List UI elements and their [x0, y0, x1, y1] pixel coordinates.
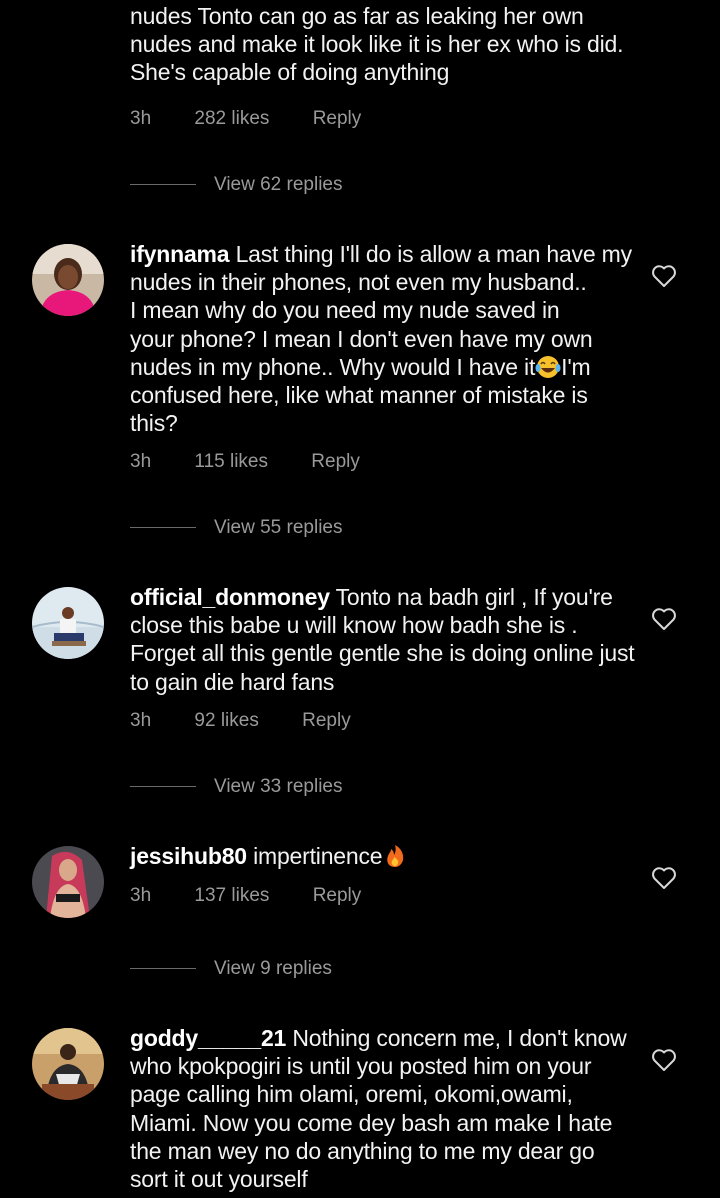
username-link[interactable]: goddy_____21	[130, 1025, 286, 1051]
comment-line: Miami. Now you come dey bash am make I h…	[130, 1109, 613, 1136]
comment-body: goddy_____21 Nothing concern me, I don't…	[130, 1024, 640, 1193]
comment-line: Tonto na badh girl , If you're	[329, 584, 613, 610]
replies-divider	[130, 184, 196, 186]
replies-divider	[130, 968, 196, 970]
comment-body: official_donmoney Tonto na badh girl , I…	[130, 583, 640, 696]
replies-divider	[130, 527, 196, 529]
comment-body: jessihub80 impertinence	[130, 842, 640, 870]
comment-time: 3h	[130, 885, 152, 906]
comment-line: impertinence	[246, 843, 383, 869]
comment-meta: 3h 115 likes Reply	[130, 451, 360, 473]
username-link[interactable]: ifynnama	[130, 241, 230, 267]
view-replies-label: View 55 replies	[214, 517, 343, 538]
comment-time: 3h	[130, 451, 152, 472]
avatar-image	[32, 1028, 104, 1100]
username-link[interactable]: official_donmoney	[130, 584, 330, 610]
likes-count[interactable]: 92 likes	[194, 710, 258, 732]
comment-line: She's capable of doing anything	[130, 59, 450, 86]
comment-line: I mean why do you need my nude saved in	[130, 297, 560, 324]
comment-meta: 3h 282 likes Reply	[130, 108, 361, 130]
comment-line: close this babe u will know how badh she…	[130, 612, 578, 639]
comment-line: your phone? I mean I don't even have my …	[130, 325, 593, 352]
view-replies-button[interactable]: View 55 replies	[130, 517, 343, 539]
like-button[interactable]	[651, 607, 677, 631]
replies-divider	[130, 786, 196, 788]
comment-line: Last thing I'll do is allow a man have m…	[229, 241, 633, 267]
heart-outline-icon	[652, 867, 676, 889]
comment-time: 3h	[130, 710, 152, 731]
comment-body: nudes Tonto can go as far as leaking her…	[130, 2, 640, 87]
comment-line: who kpokpogiri is until you posted him o…	[130, 1053, 592, 1080]
like-button[interactable]	[651, 1048, 677, 1072]
avatar[interactable]	[32, 1028, 104, 1100]
comment-time: 3h	[130, 108, 152, 129]
avatar[interactable]	[32, 846, 104, 918]
avatar-image	[32, 244, 104, 316]
heart-outline-icon	[652, 608, 676, 630]
view-replies-button[interactable]: View 9 replies	[130, 958, 332, 980]
comment-line: to gain die hard fans	[130, 668, 335, 695]
view-replies-button[interactable]: View 62 replies	[130, 174, 343, 196]
like-button[interactable]	[651, 866, 677, 890]
comment-line: the man wey no do anything to me my dear…	[130, 1137, 595, 1164]
avatar-image	[32, 846, 104, 918]
comment-line: Forget all this gentle gentle she is doi…	[130, 640, 635, 667]
comment-line: Nothing concern me, I don't know	[286, 1025, 627, 1051]
comment-meta: 3h 137 likes Reply	[130, 885, 361, 907]
username-link[interactable]: jessihub80	[130, 843, 247, 869]
likes-count[interactable]: 282 likes	[194, 108, 269, 130]
heart-outline-icon	[652, 265, 676, 287]
view-replies-button[interactable]: View 33 replies	[130, 776, 343, 798]
avatar-image	[32, 587, 104, 659]
avatar[interactable]	[32, 587, 104, 659]
like-button[interactable]	[651, 264, 677, 288]
fire-emoji-icon	[382, 844, 408, 868]
reply-button[interactable]: Reply	[313, 108, 362, 130]
view-replies-label: View 33 replies	[214, 776, 343, 797]
avatar[interactable]	[32, 244, 104, 316]
reply-button[interactable]: Reply	[302, 710, 351, 732]
comment-line: confused here, like what manner of mista…	[130, 382, 588, 409]
comment-meta: 3h 92 likes Reply	[130, 710, 351, 732]
laugh-emoji-icon	[535, 355, 561, 379]
likes-count[interactable]: 137 likes	[194, 885, 269, 907]
comment-line: nudes and make it look like it is her ex…	[130, 31, 624, 58]
comment-line: nudes Tonto can go as far as leaking her…	[130, 3, 584, 29]
comment-line-tail: I'm	[561, 353, 591, 380]
reply-button[interactable]: Reply	[311, 451, 360, 473]
comment-body: ifynnama Last thing I'll do is allow a m…	[130, 240, 640, 437]
view-replies-label: View 9 replies	[214, 958, 332, 979]
comment-line: this?	[130, 410, 178, 437]
view-replies-label: View 62 replies	[214, 174, 343, 195]
heart-outline-icon	[652, 1049, 676, 1071]
comment-line: nudes in my phone.. Why would I have it	[130, 353, 536, 380]
comment-line: sort it out yourself	[130, 1166, 308, 1193]
reply-button[interactable]: Reply	[313, 885, 362, 907]
comment-line: page calling him olami, oremi, okomi,owa…	[130, 1081, 573, 1108]
likes-count[interactable]: 115 likes	[194, 451, 268, 473]
comment-line: nudes in their phones, not even my husba…	[130, 269, 587, 296]
